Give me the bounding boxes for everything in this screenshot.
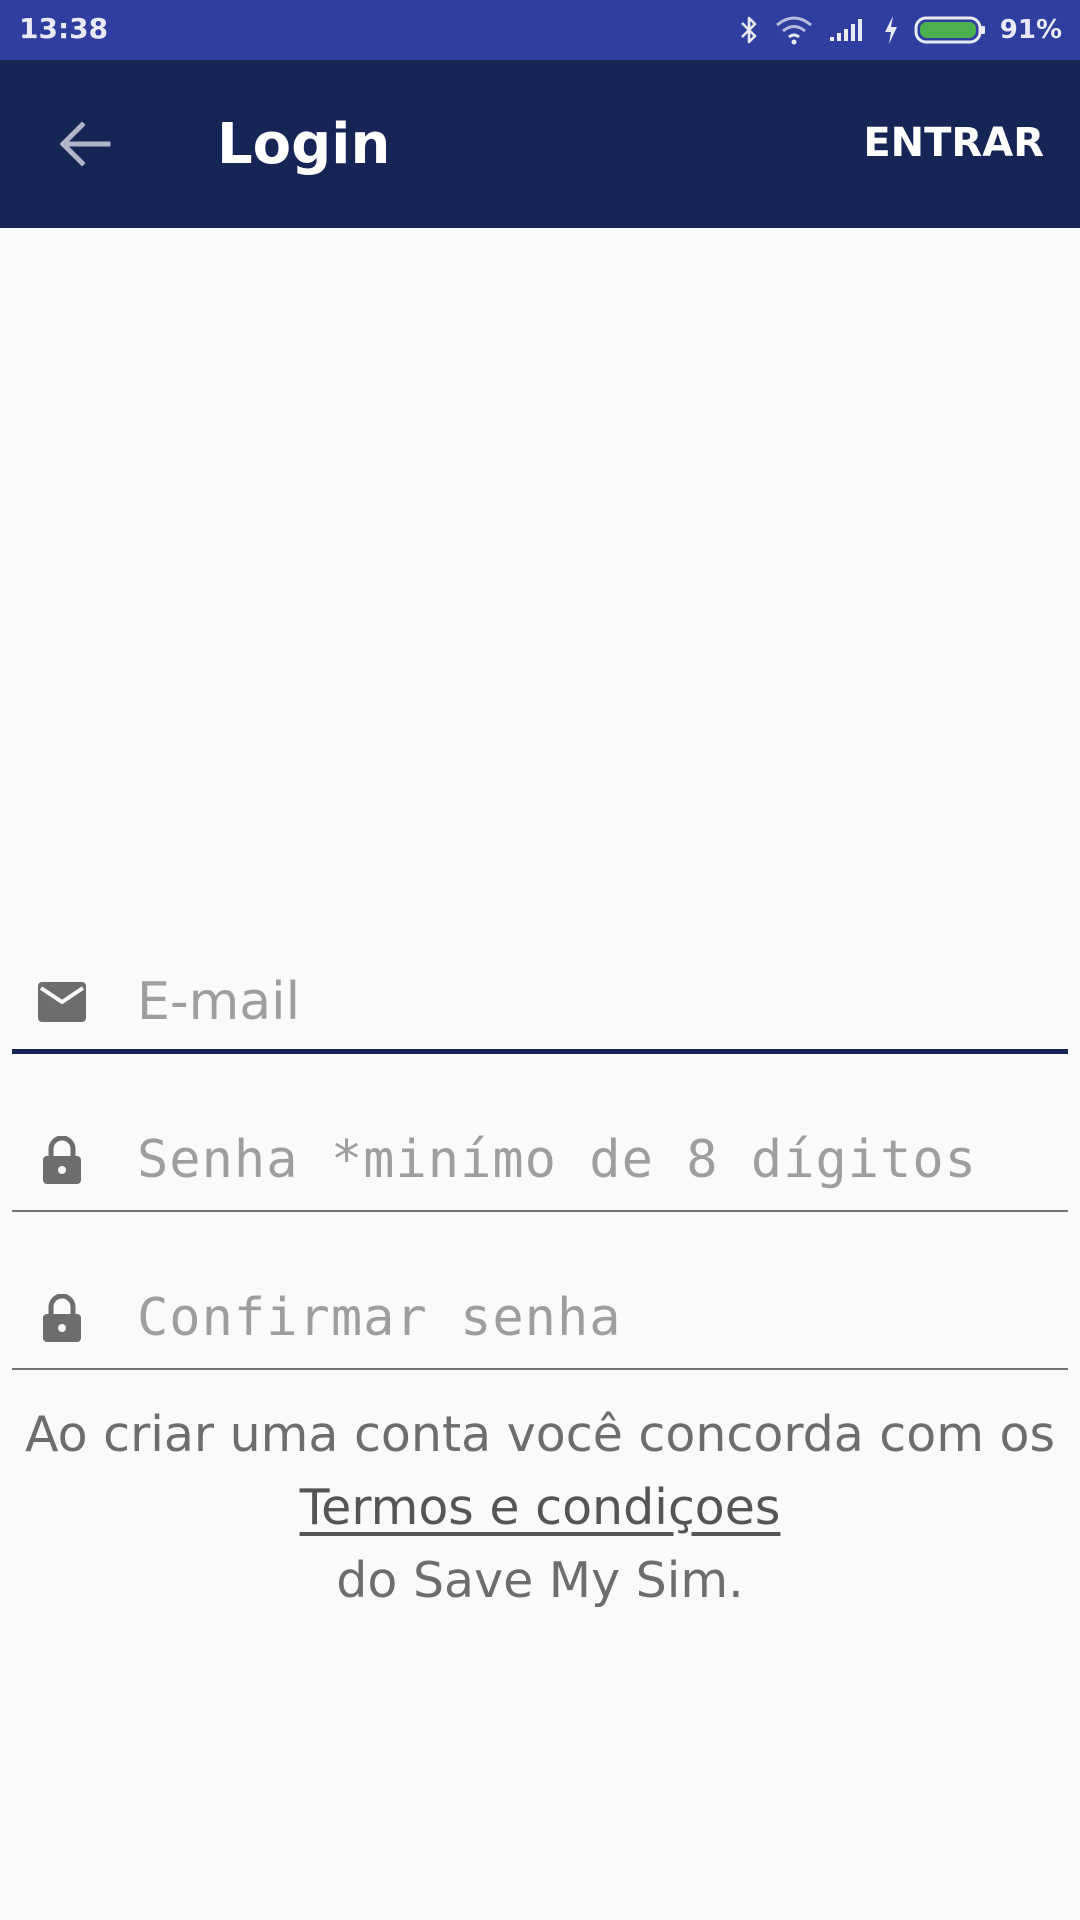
email-underline bbox=[12, 1049, 1068, 1054]
terms-line-1: Ao criar uma conta você concorda com os bbox=[24, 1406, 1056, 1463]
password-field bbox=[12, 1102, 1068, 1212]
battery-icon bbox=[914, 15, 986, 45]
entrar-button[interactable]: ENTRAR bbox=[863, 120, 1044, 166]
back-button[interactable] bbox=[40, 104, 130, 184]
lock-icon bbox=[34, 1132, 90, 1188]
status-icons: 91% bbox=[738, 10, 1062, 50]
email-field bbox=[12, 944, 1068, 1054]
confirm-password-input[interactable] bbox=[137, 1280, 1057, 1356]
terms-line-3: do Save My Sim. bbox=[336, 1552, 744, 1609]
mail-icon bbox=[34, 974, 90, 1030]
password-input[interactable] bbox=[137, 1122, 1057, 1198]
wifi-icon bbox=[774, 15, 814, 45]
battery-percent: 91% bbox=[999, 15, 1062, 45]
status-bar: 13:38 91% bbox=[0, 0, 1080, 60]
status-time: 13:38 bbox=[19, 12, 109, 45]
confirm-password-field bbox=[12, 1260, 1068, 1370]
arrow-back-icon bbox=[59, 121, 111, 167]
password-underline bbox=[12, 1210, 1068, 1212]
lock-icon bbox=[34, 1290, 90, 1346]
terms-text: Ao criar uma conta você concorda com os … bbox=[0, 1398, 1080, 1617]
signal-icon bbox=[828, 17, 868, 43]
email-input[interactable] bbox=[137, 964, 1057, 1040]
charging-icon bbox=[882, 14, 900, 46]
confirm-password-underline bbox=[12, 1368, 1068, 1370]
page-title: Login bbox=[217, 112, 391, 177]
bluetooth-icon bbox=[738, 14, 760, 46]
app-bar: Login ENTRAR bbox=[0, 60, 1080, 228]
terms-link[interactable]: Termos e condiçoes bbox=[300, 1479, 781, 1536]
